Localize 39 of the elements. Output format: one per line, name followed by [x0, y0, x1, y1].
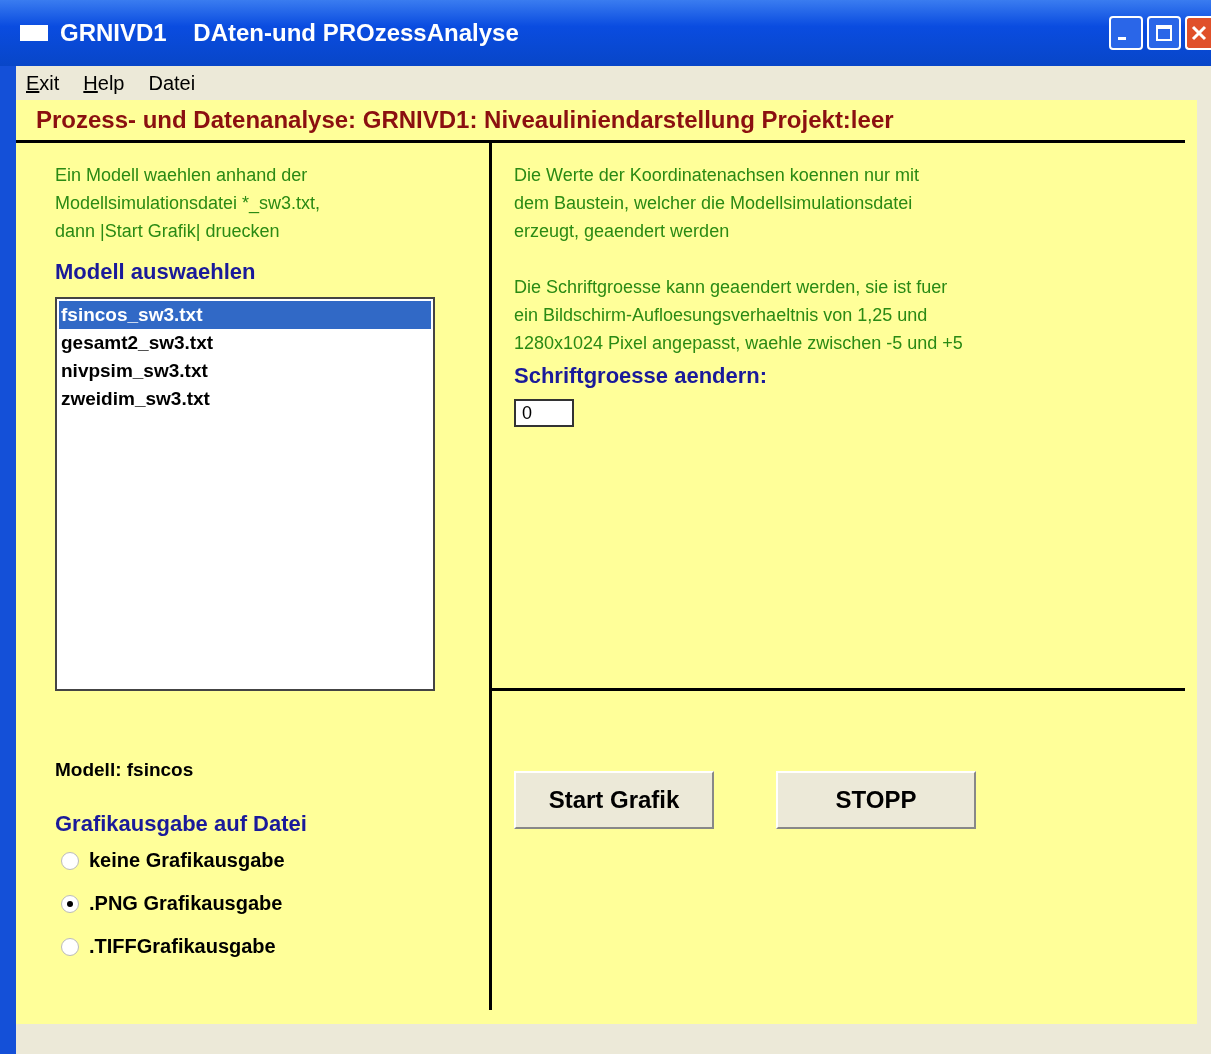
- menu-item[interactable]: Datei: [148, 71, 196, 95]
- axis-note: Die Werte der Koordinatenachsen koennen nur mit: [514, 164, 920, 187]
- list-item[interactable]: nivpsim_sw3.txt: [59, 357, 431, 385]
- font-note: 1280x1024 Pixel angepasst, waehle zwischen -5 und +5: [514, 332, 964, 355]
- radio-label: .PNG Grafikausgabe: [89, 892, 283, 915]
- radio-button[interactable]: [61, 851, 79, 870]
- list-item[interactable]: gesamt2_sw3.txt: [59, 329, 431, 357]
- radio-label: keine Grafikausgabe: [89, 849, 285, 872]
- instruction-text: Ein Modell waehlen anhand der: [55, 164, 309, 187]
- axis-note: dem Baustein, welcher die Modellsimulationsdatei: [514, 192, 914, 215]
- minimize-button[interactable]: [1109, 16, 1143, 50]
- font-size-label: Schriftgroesse aendern:: [514, 363, 769, 389]
- maximize-button[interactable]: [1147, 16, 1181, 50]
- list-item[interactable]: zweidim_sw3.txt: [59, 385, 431, 413]
- close-button[interactable]: [1185, 16, 1211, 50]
- font-size-field[interactable]: 0: [514, 399, 574, 427]
- current-model: Modell: fsincos: [55, 759, 195, 781]
- instruction-text: dann |Start Grafik| druecken: [55, 220, 281, 243]
- stop-button[interactable]: STOPP: [776, 771, 976, 829]
- font-note: ein Bildschirm-Aufloesungsverhaeltnis von 1,25 und: [514, 304, 929, 327]
- menu-item[interactable]: Exit: [26, 71, 60, 95]
- radio-button[interactable]: [61, 894, 79, 913]
- maximize-icon: [1155, 24, 1173, 42]
- output-heading: Grafikausgabe auf Datei: [55, 811, 308, 837]
- window-title: GRNIVD1 DAten-und PROzessAnalyse: [60, 19, 520, 47]
- close-icon: [1190, 24, 1208, 42]
- radio-label: .TIFFGrafikausgabe: [89, 935, 276, 958]
- window-icon: [20, 25, 48, 41]
- axis-note: erzeugt, geaendert werden: [514, 220, 731, 243]
- header-title: Prozess- und Datenanalyse: GRNIVD1: Niveauliniendarstellung Projekt:leer: [16, 100, 1185, 143]
- start-button[interactable]: Start Grafik: [514, 771, 714, 829]
- model-list[interactable]: fsincos_sw3.txt gesamt2_sw3.txt nivpsim_sw3.txt zweidim_sw3.txt: [55, 297, 435, 691]
- list-item[interactable]: fsincos_sw3.txt: [59, 301, 431, 329]
- menu-item[interactable]: Help: [83, 71, 125, 95]
- instruction-text: Modellsimulationsdatei *_sw3.txt,: [55, 192, 322, 216]
- minimize-icon: [1118, 37, 1126, 40]
- radio-button[interactable]: [61, 937, 79, 956]
- font-note: Die Schriftgroesse kann geaendert werden, sie ist fuer: [514, 276, 949, 299]
- list-heading: Modell auswaehlen: [55, 259, 257, 285]
